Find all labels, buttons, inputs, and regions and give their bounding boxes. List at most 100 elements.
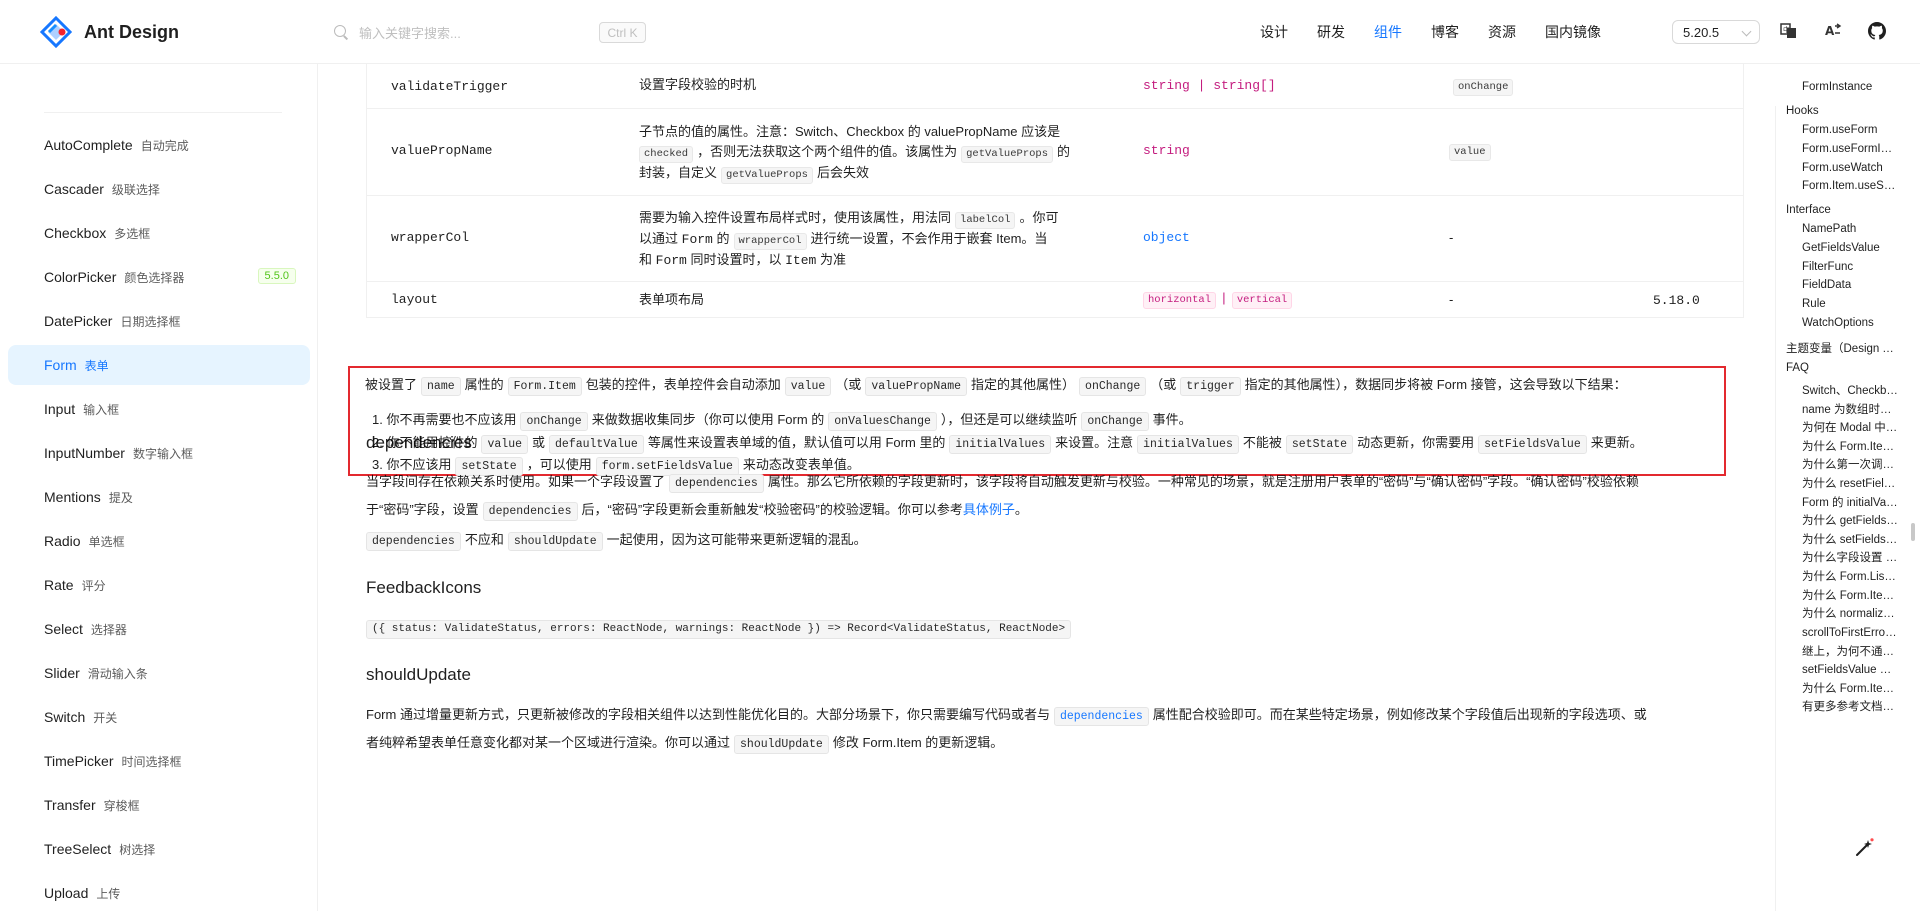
toc-item[interactable]: FilterFunc	[1802, 261, 1898, 273]
toc-item[interactable]: 为何在 Modal 中调用 form 控制台会报错？	[1802, 419, 1898, 435]
page-scrollbar[interactable]	[1909, 64, 1917, 911]
nav-design[interactable]: 设计	[1260, 0, 1288, 64]
search-input[interactable]: 输入关键字搜索...	[359, 23, 461, 42]
toc-item[interactable]: WatchOptions	[1802, 317, 1898, 329]
sidebar-item-transfer[interactable]: Transfer 穿梭框	[8, 785, 310, 825]
para-code: shouldUpdate	[734, 735, 829, 754]
sidebar-item-inputnumber[interactable]: InputNumber 数字输入框	[8, 433, 310, 473]
sidebar-item-slider[interactable]: Slider 滑动输入条	[8, 653, 310, 693]
toc-item[interactable]: FAQ	[1786, 362, 1898, 374]
toc-item[interactable]: Form 的 initialValues 与 Item 的 initialVal…	[1802, 494, 1898, 510]
sidebar-item-datepicker[interactable]: DatePicker 日期选择框	[8, 301, 310, 341]
toc-item[interactable]: 为什么第一次调用 ref 的 form 为空？	[1802, 456, 1898, 472]
sidebar-item-sublabel: 时间选择框	[121, 754, 182, 769]
scrollbar-thumb[interactable]	[1911, 523, 1915, 541]
para-text: 于“密码”字段，设置	[366, 502, 479, 517]
sidebar-item-radio[interactable]: Radio 单选框	[8, 521, 310, 561]
desc-text: 同时设置时，以	[690, 252, 782, 267]
prop-name: wrapperCol	[391, 230, 470, 245]
toc-item[interactable]: FieldData	[1802, 279, 1898, 291]
sidebar-item-sublabel: 多选框	[114, 226, 151, 241]
nav-resources[interactable]: 资源	[1488, 0, 1516, 64]
sidebar-item-treeselect[interactable]: TreeSelect 树选择	[8, 829, 310, 869]
sidebar-item-label: Switch	[44, 709, 86, 725]
note-code: initialValues	[1137, 435, 1239, 454]
toc-item[interactable]: setFieldsValue 不生效？	[1802, 661, 1898, 677]
nav-blog[interactable]: 博客	[1431, 0, 1459, 64]
table-row: valuePropName 子节点的值的属性。注意：Switch、Checkbo…	[367, 109, 1743, 196]
sidebar-item-form[interactable]: Form 表单	[8, 345, 310, 385]
toc-item[interactable]: Form.useForm	[1802, 124, 1898, 136]
sidebar-item-sublabel: 开关	[93, 710, 118, 725]
note-code: onChange	[1081, 412, 1149, 431]
toc-item[interactable]: 为什么 Form.Item 下使用 Space 不生效？	[1802, 680, 1898, 696]
language-switch-icon[interactable]: 中	[1780, 22, 1798, 40]
table-of-contents: FormInstance Hooks Form.useForm Form.use…	[1758, 64, 1920, 911]
sidebar-item-switch[interactable]: Switch 开关	[8, 697, 310, 737]
note-code: onValuesChange	[828, 412, 937, 431]
version-select[interactable]: 5.20.5	[1672, 20, 1760, 44]
nav-development[interactable]: 研发	[1317, 0, 1345, 64]
toc-item[interactable]: 继上，为何不通过 ref 绑定元素？	[1802, 643, 1898, 659]
toc-item[interactable]: 主题变量（Design Token）	[1786, 340, 1898, 356]
sidebar-item-autocomplete[interactable]: AutoComplete 自动完成	[8, 125, 310, 165]
nav-components[interactable]: 组件	[1374, 0, 1402, 64]
toc-item[interactable]: Form.useFormInstance	[1802, 143, 1898, 155]
para-text: 。	[1014, 502, 1028, 517]
prop-description: 表单项布局	[639, 292, 705, 307]
toc-item[interactable]: 为什么 Form.Item 下的子组件 defaultValue 不生效？	[1802, 438, 1898, 454]
theme-toggle-button[interactable]	[1846, 830, 1882, 866]
toc-item[interactable]: 为什么 Form.Item 的 dependencies 对 Form.List…	[1802, 587, 1898, 603]
toc-item[interactable]: Form.Item.useStatus	[1802, 180, 1898, 192]
github-icon[interactable]	[1868, 22, 1886, 40]
nav-mirror[interactable]: 国内镜像	[1545, 0, 1601, 64]
note-code: onChange	[1079, 377, 1147, 396]
toc-item[interactable]: NamePath	[1802, 223, 1898, 235]
sidebar-item-sublabel: 选择器	[90, 622, 127, 637]
direction-switch-icon[interactable]: A	[1824, 22, 1842, 40]
sidebar-item-rate[interactable]: Rate 评分	[8, 565, 310, 605]
toc-item[interactable]: 为什么 resetFields 会重新 mount 组件？	[1802, 475, 1898, 491]
note-code: value	[481, 435, 528, 454]
prop-version: 5.18.0	[1653, 293, 1700, 308]
para-text: 不应和	[464, 532, 504, 547]
sidebar-item-label: Form	[44, 357, 77, 373]
para-text: 者纯粹希望表单任意变化都对某一个区域进行渲染。你可以通过	[366, 735, 731, 750]
site-logo[interactable]: Ant Design	[40, 16, 179, 48]
example-link[interactable]: 具体例子	[963, 502, 1015, 517]
sidebar-item-timepicker[interactable]: TimePicker 时间选择框	[8, 741, 310, 781]
sidebar-item-select[interactable]: Select 选择器	[8, 609, 310, 649]
toc-item[interactable]: 为什么 setFieldsValue 不会触发 onFieldsChange 和…	[1802, 531, 1898, 547]
toc-item[interactable]: Hooks	[1786, 105, 1898, 117]
sidebar-item-checkbox[interactable]: Checkbox 多选框	[8, 213, 310, 253]
para-text: 修改 Form.Item 的更新逻辑。	[832, 735, 1004, 750]
toc-item[interactable]: FormInstance	[1802, 81, 1898, 93]
toc-item[interactable]: 为什么字段设置 rules 后更改值 onFieldsChange 会触发三次？	[1802, 549, 1898, 565]
sidebar-item-mentions[interactable]: Mentions 提及	[8, 477, 310, 517]
type-tag: horizontal	[1143, 292, 1217, 309]
desc-text: 的	[716, 231, 730, 246]
toc-item[interactable]: Interface	[1786, 204, 1898, 216]
toc-item[interactable]: Form.useWatch	[1802, 162, 1898, 174]
sidebar-item-input[interactable]: Input 输入框	[8, 389, 310, 429]
toc-item[interactable]: 为什么 normalize 不能是异步方法？	[1802, 605, 1898, 621]
toc-item[interactable]: name 为数组时的转换规则？	[1802, 401, 1898, 417]
component-sidebar: AutoComplete 自动完成 Cascader 级联选择 Checkbox 多选…	[0, 64, 318, 911]
section-title-feedbackicons: FeedbackIcons	[366, 578, 482, 597]
toc-item[interactable]: scrollToFirstError 和 scrollToField 失效？	[1802, 624, 1898, 640]
toc-item[interactable]: 有更多参考文档吗？	[1802, 698, 1898, 714]
desc-text: 的	[1057, 144, 1071, 159]
api-table: validateTrigger 设置字段校验的时机 string | strin…	[366, 64, 1744, 318]
toc-item[interactable]: 为什么 getFieldsValue 在初次渲染的时候拿不到值？	[1802, 512, 1898, 528]
toc-item[interactable]: 为什么 Form.List 不支持 label 还需要使用 ErrorList …	[1802, 568, 1898, 584]
toc-item[interactable]: Switch、Checkbox 为什么不能绑定数据？	[1802, 382, 1898, 398]
sidebar-item-cascader[interactable]: Cascader 级联选择	[8, 169, 310, 209]
note-text: 指定的其他属性）	[971, 377, 1076, 392]
toc-item[interactable]: GetFieldsValue	[1802, 242, 1898, 254]
sidebar-item-upload[interactable]: Upload 上传	[8, 873, 310, 911]
note-text: （或	[1150, 377, 1177, 392]
note-code: initialValues	[949, 435, 1052, 454]
sidebar-item-colorpicker[interactable]: ColorPicker 颜色选择器 5.5.0	[8, 257, 310, 297]
note-text: 来更新。	[1590, 435, 1643, 450]
toc-item[interactable]: Rule	[1802, 298, 1898, 310]
